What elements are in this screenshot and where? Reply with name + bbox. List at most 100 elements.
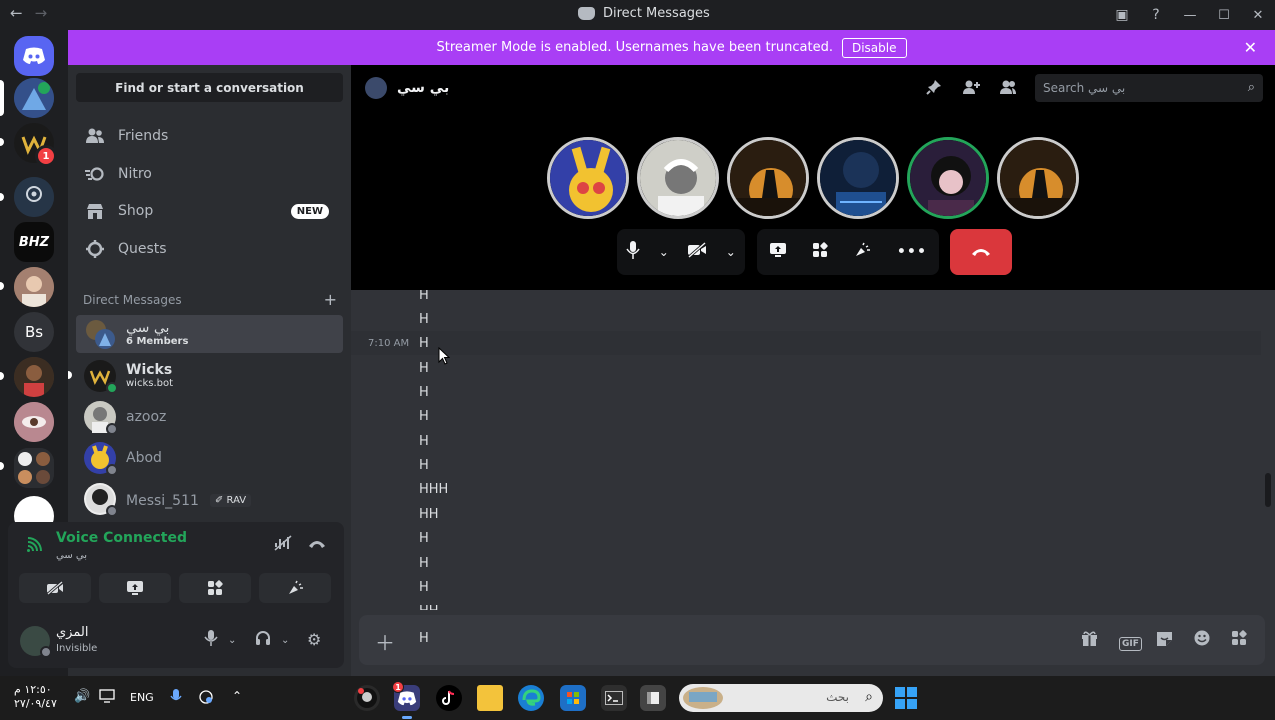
sticker-icon[interactable]	[1156, 630, 1173, 650]
activities-button[interactable]	[179, 573, 251, 603]
message-text[interactable]: H	[419, 409, 429, 424]
file-explorer-icon[interactable]	[477, 685, 503, 711]
volume-icon[interactable]: 🔊	[74, 689, 90, 704]
server-avatar-3[interactable]	[14, 177, 54, 217]
search-input[interactable]: Search بي سي ⌕	[1035, 74, 1263, 102]
participant-tile[interactable]	[997, 137, 1079, 219]
inbox-icon[interactable]: ▣	[1105, 0, 1139, 30]
terminal-icon[interactable]	[601, 685, 627, 711]
dm-item-abod[interactable]: Abod	[76, 439, 343, 477]
nav-quests[interactable]: Quests	[76, 231, 343, 267]
language-indicator[interactable]: ENG	[130, 691, 154, 704]
chevron-down-icon[interactable]: ⌄	[659, 245, 669, 259]
create-dm-icon[interactable]: +	[324, 290, 337, 309]
maximize-button[interactable]: ☐	[1207, 0, 1241, 30]
chevron-up-icon[interactable]: ⌃	[232, 689, 242, 703]
message-text[interactable]: HHH	[419, 482, 448, 497]
server-avatar-1[interactable]	[14, 78, 54, 118]
edge-browser-icon[interactable]	[518, 685, 544, 711]
noise-suppression-icon[interactable]	[274, 535, 292, 555]
server-folder[interactable]	[14, 448, 54, 488]
participant-tile[interactable]	[547, 137, 629, 219]
dm-item-azooz[interactable]: azooz	[76, 398, 343, 436]
message-composer[interactable]: ＋ H GIF	[359, 615, 1265, 665]
location-icon[interactable]	[198, 689, 214, 709]
help-icon[interactable]: ?	[1139, 0, 1173, 30]
disconnect-icon[interactable]	[308, 535, 326, 554]
more-options-icon[interactable]: •••	[896, 242, 926, 262]
microphone-tray-icon[interactable]	[170, 689, 182, 709]
message-text[interactable]: H	[419, 556, 429, 571]
participant-tile[interactable]	[817, 137, 899, 219]
headphones-icon[interactable]	[255, 630, 271, 650]
app-icon-avatar[interactable]	[354, 685, 380, 711]
microphone-icon[interactable]	[204, 630, 218, 650]
taskbar-search[interactable]: بحث ⌕	[679, 684, 883, 712]
voice-status[interactable]: Voice Connected	[56, 530, 187, 546]
emoji-icon[interactable]	[1194, 630, 1210, 650]
app-window-icon[interactable]	[640, 685, 666, 711]
home-button[interactable]	[14, 36, 54, 76]
message-text[interactable]: H	[419, 434, 429, 449]
dm-item-wicks[interactable]: Wicks wicks.bot	[76, 357, 343, 395]
add-friends-icon[interactable]	[962, 79, 980, 99]
back-arrow-icon[interactable]: ←	[10, 4, 23, 22]
server-bs[interactable]: Bs	[14, 312, 54, 352]
nav-shop[interactable]: Shop NEW	[76, 193, 343, 229]
store-icon[interactable]	[560, 685, 586, 711]
member-list-icon[interactable]	[999, 79, 1017, 99]
apps-icon[interactable]	[1231, 630, 1247, 650]
chevron-down-icon[interactable]: ⌄	[228, 635, 236, 646]
participant-tile-speaking[interactable]	[907, 137, 989, 219]
message-text[interactable]: H	[419, 531, 429, 546]
voice-signal-icon[interactable]	[26, 537, 44, 557]
user-avatar[interactable]	[20, 626, 52, 658]
gif-icon[interactable]: GIF	[1119, 631, 1142, 651]
participant-tile[interactable]	[637, 137, 719, 219]
banner-close-icon[interactable]: ✕	[1244, 38, 1257, 57]
disable-button[interactable]: Disable	[841, 37, 907, 58]
screenshare-icon[interactable]	[769, 242, 787, 263]
server-avatar-5[interactable]	[14, 267, 54, 307]
message-text[interactable]: H	[419, 290, 429, 303]
camera-off-icon[interactable]	[687, 241, 707, 263]
pin-icon[interactable]	[926, 79, 942, 99]
nav-friends[interactable]: Friends	[76, 118, 343, 154]
message-text[interactable]: H	[419, 361, 429, 376]
dm-item-messi[interactable]: Messi_511 ✐ RAV	[76, 480, 343, 518]
message-text[interactable]: HH	[419, 604, 439, 610]
microphone-icon[interactable]	[626, 240, 640, 264]
leave-call-button[interactable]	[950, 229, 1012, 275]
find-conversation-button[interactable]: Find or start a conversation	[76, 73, 343, 102]
message-text[interactable]: H	[419, 312, 429, 327]
message-text[interactable]: H	[419, 458, 429, 473]
upload-plus-icon[interactable]: ＋	[375, 627, 395, 656]
nav-nitro[interactable]: Nitro	[76, 156, 343, 192]
dm-item-group[interactable]: بي سي 6 Members	[76, 315, 343, 353]
chevron-down-icon[interactable]: ⌄	[726, 245, 736, 259]
clock[interactable]: ١٢:٥٠ م ٢٧/٠٩/٤٧	[14, 683, 57, 711]
message-text[interactable]: H	[419, 336, 429, 351]
message-text[interactable]: H	[419, 385, 429, 400]
scrollbar-thumb[interactable]	[1265, 473, 1271, 507]
participant-tile[interactable]	[727, 137, 809, 219]
message-input[interactable]: H	[419, 631, 429, 646]
message-text[interactable]: HH	[419, 507, 439, 522]
close-button[interactable]: ✕	[1241, 0, 1275, 30]
chevron-down-icon[interactable]: ⌄	[281, 635, 289, 646]
message-text[interactable]: H	[419, 580, 429, 595]
server-avatar-8[interactable]	[14, 402, 54, 442]
server-avatar-7[interactable]	[14, 357, 54, 397]
activities-icon[interactable]	[812, 241, 829, 263]
server-bhz[interactable]: BHZ	[14, 222, 54, 262]
gear-icon[interactable]: ⚙	[307, 630, 321, 649]
soundboard-button[interactable]	[259, 573, 331, 603]
forward-arrow-icon[interactable]: →	[35, 4, 48, 22]
gift-icon[interactable]	[1081, 630, 1098, 650]
network-icon[interactable]	[99, 689, 115, 707]
camera-off-button[interactable]	[19, 573, 91, 603]
tiktok-icon[interactable]	[436, 685, 462, 711]
minimize-button[interactable]: —	[1173, 0, 1207, 30]
soundboard-icon[interactable]	[853, 242, 871, 263]
windows-start-icon[interactable]	[895, 687, 917, 709]
